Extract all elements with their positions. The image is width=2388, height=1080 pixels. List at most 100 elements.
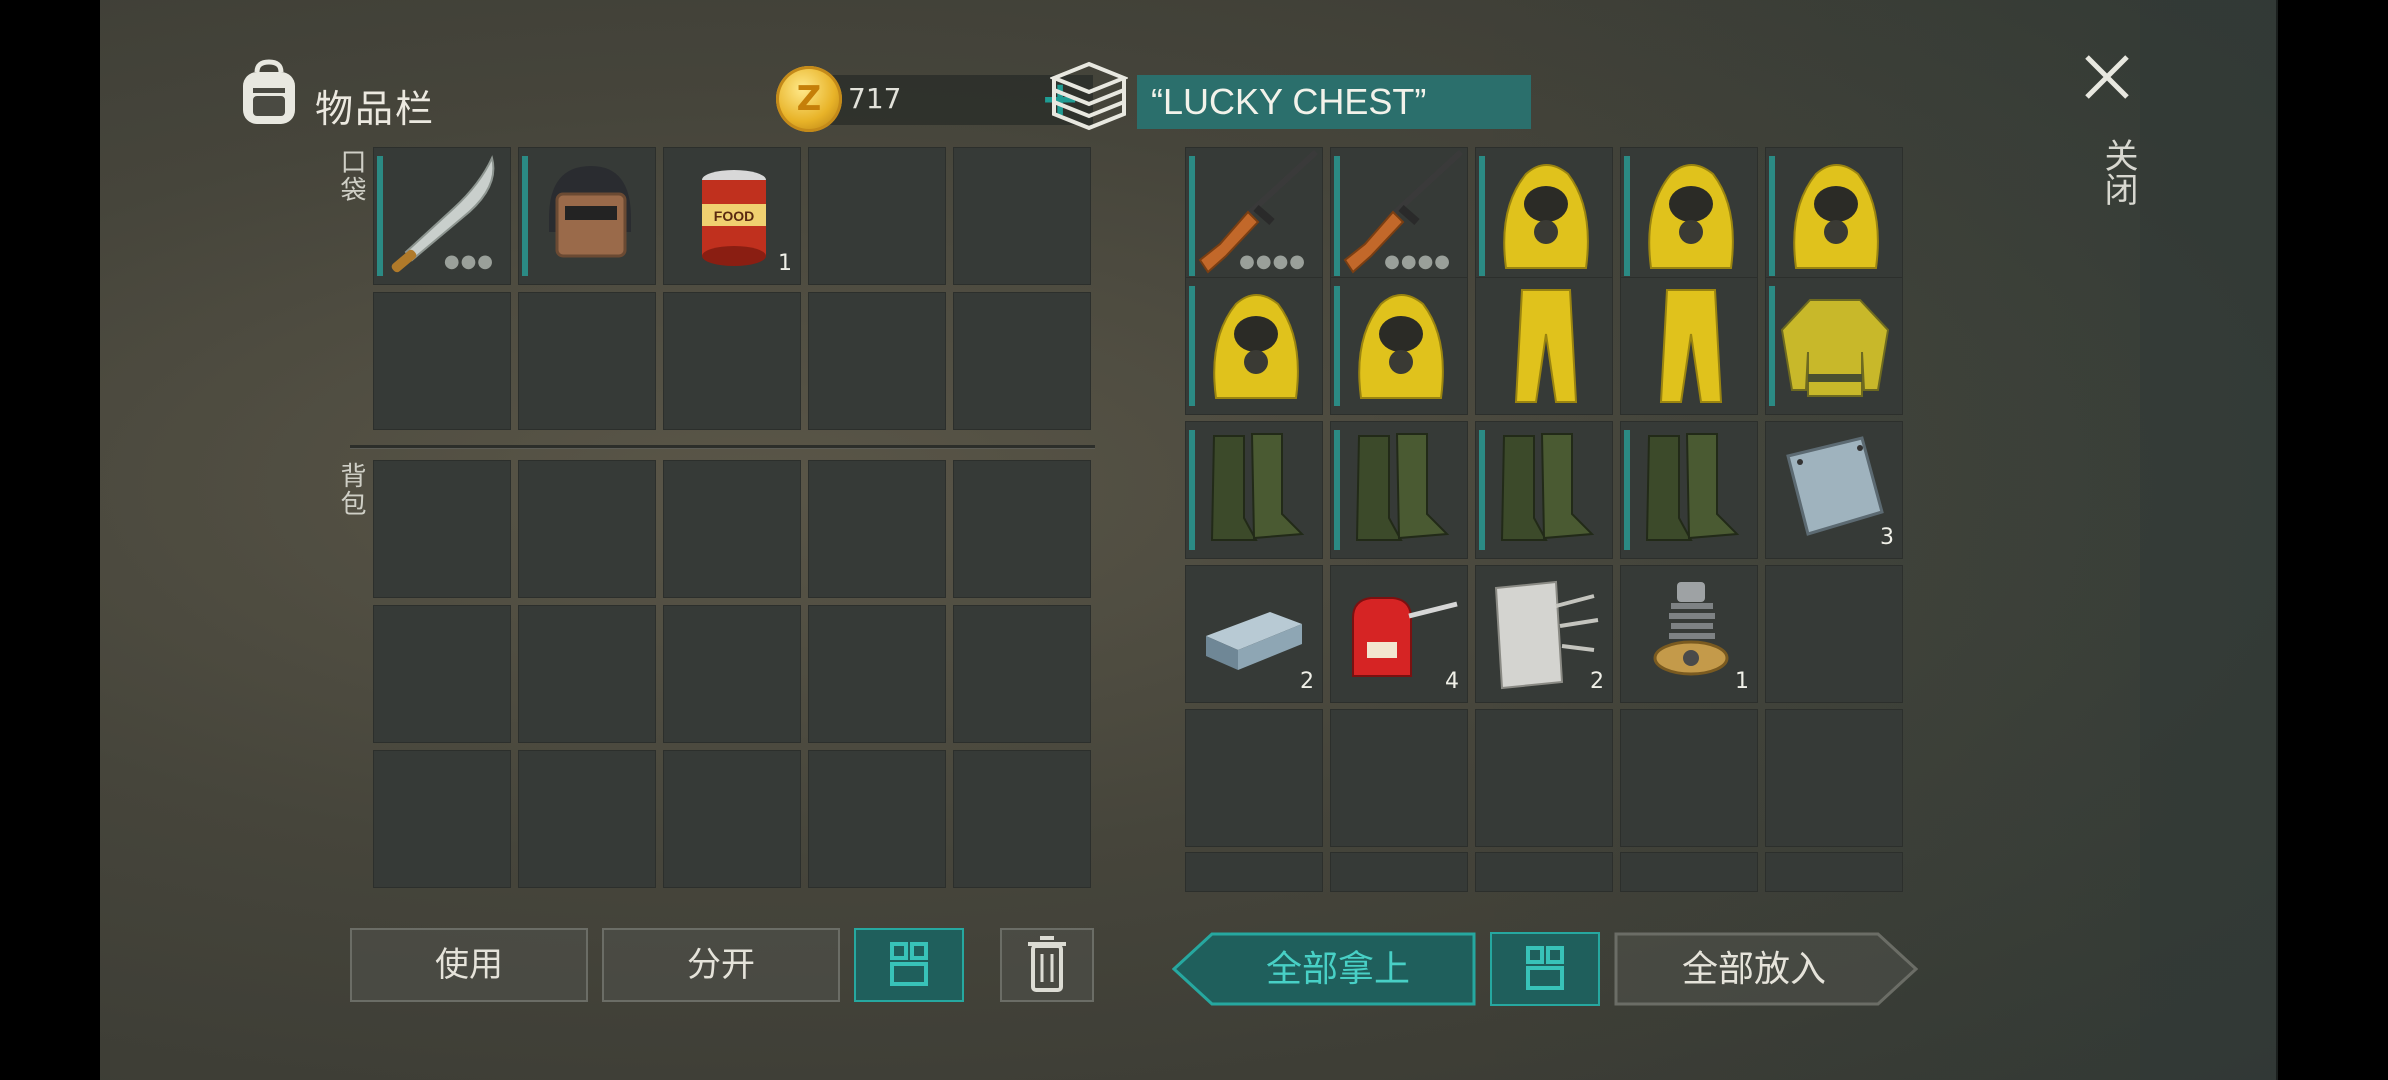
pocket-slot-4[interactable] (808, 147, 946, 285)
hazmat-hood-icon (1358, 294, 1444, 399)
chest-slot[interactable] (1185, 852, 1323, 892)
coin-count: 717 (848, 82, 902, 115)
backpack-label: 背包 (336, 462, 366, 518)
backpack-slot[interactable] (663, 605, 801, 743)
pocket-slot-10[interactable] (953, 292, 1091, 430)
hazmat-hood-icon (1213, 294, 1299, 399)
hazmat-jacket-icon (1780, 299, 1890, 397)
hazmat-pants-icon (1659, 289, 1723, 403)
pocket-slot-2[interactable] (518, 147, 656, 285)
backpack-slot[interactable] (808, 460, 946, 598)
split-button[interactable]: 分开 (602, 928, 840, 1002)
take-all-label: 全部拿上 (1266, 949, 1410, 990)
chest-slot-11[interactable] (1185, 421, 1323, 559)
chest-slot[interactable] (1620, 709, 1758, 847)
durability-dots: ●●●● (1239, 251, 1306, 272)
hazmat-hood-icon (1793, 164, 1879, 269)
right-side-panel (2140, 0, 2278, 1080)
chest-slot-18[interactable]: 2 (1475, 565, 1613, 703)
chest-slot-15[interactable]: 3 (1765, 421, 1903, 559)
trash-icon (1028, 936, 1066, 992)
chest-slot[interactable] (1185, 709, 1323, 847)
inventory-title: 物品栏 (315, 87, 436, 131)
sort-inventory-button[interactable] (854, 928, 964, 1002)
hazmat-hood-icon (1648, 164, 1734, 269)
hazmat-hood-icon (1503, 164, 1589, 269)
pocket-slot-1[interactable]: ●●● (373, 147, 511, 285)
pocket-slot-7[interactable] (518, 292, 656, 430)
hazmat-pants-icon (1514, 289, 1578, 403)
chest-slot-2[interactable]: ●●●● (1330, 147, 1468, 285)
grid-sort-icon (1526, 946, 1564, 990)
chest-slot[interactable] (1330, 852, 1468, 892)
chest-slot[interactable] (1330, 709, 1468, 847)
put-all-label: 全部放入 (1682, 949, 1826, 990)
chest-slot-20[interactable] (1765, 565, 1903, 703)
pocket-slot-6[interactable] (373, 292, 511, 430)
pocket-slot-8[interactable] (663, 292, 801, 430)
take-all-button[interactable]: 全部拿上 (1172, 932, 1476, 1006)
item-count: 1 (778, 251, 792, 276)
coin-icon: Z (776, 66, 842, 132)
backpack-slot[interactable] (518, 460, 656, 598)
use-button[interactable]: 使用 (350, 928, 588, 1002)
backpack-slot[interactable] (808, 750, 946, 888)
chest-slot-3[interactable] (1475, 147, 1613, 285)
put-all-button[interactable]: 全部放入 (1614, 932, 1918, 1006)
chest-slot[interactable] (1475, 852, 1613, 892)
backpack-slot[interactable] (663, 750, 801, 888)
chest-slot-10[interactable] (1765, 277, 1903, 415)
durability-dots: ●●●● (1384, 251, 1451, 272)
item-count: 4 (1445, 669, 1459, 694)
chest-slot-14[interactable] (1620, 421, 1758, 559)
chest-slot-5[interactable] (1765, 147, 1903, 285)
backpack-slot[interactable] (373, 750, 511, 888)
chest-slot-9[interactable] (1620, 277, 1758, 415)
pocket-slot-3[interactable]: FOOD 1 (663, 147, 801, 285)
close-label[interactable]: 关闭 (2098, 138, 2138, 206)
svg-text:FOOD: FOOD (714, 208, 754, 224)
backpack-slot[interactable] (518, 605, 656, 743)
backpack-slot[interactable] (373, 605, 511, 743)
pockets-label: 口袋 (336, 148, 366, 204)
section-divider (350, 445, 1095, 449)
backpack-slot[interactable] (953, 750, 1091, 888)
chest-slot[interactable] (1620, 852, 1758, 892)
rubber-boots-icon (1355, 433, 1450, 541)
backpack-slot[interactable] (373, 460, 511, 598)
chest-slot-13[interactable] (1475, 421, 1613, 559)
item-count: 2 (1300, 669, 1314, 694)
pocket-slot-5[interactable] (953, 147, 1091, 285)
chest-slot-12[interactable] (1330, 421, 1468, 559)
backpack-slot[interactable] (518, 750, 656, 888)
close-icon[interactable] (2082, 52, 2132, 102)
chest-slot-1[interactable]: ●●●● (1185, 147, 1323, 285)
item-count: 1 (1735, 669, 1749, 694)
backpack-slot[interactable] (953, 460, 1091, 598)
backpack-icon (243, 59, 295, 124)
rubber-boots-icon (1210, 433, 1305, 541)
item-count: 3 (1880, 525, 1894, 550)
chest-slot[interactable] (1475, 709, 1613, 847)
rubber-boots-icon (1645, 433, 1740, 541)
backpack-slot[interactable] (808, 605, 946, 743)
chest-slot-16[interactable]: 2 (1185, 565, 1323, 703)
chest-slot-17[interactable]: 4 (1330, 565, 1468, 703)
chest-slot-19[interactable]: 1 (1620, 565, 1758, 703)
backpack-slot[interactable] (953, 605, 1091, 743)
chest-icon (1050, 61, 1128, 131)
chest-slot-6[interactable] (1185, 277, 1323, 415)
sort-chest-button[interactable] (1490, 932, 1600, 1006)
riot-helmet-icon (549, 166, 631, 258)
chest-slot-8[interactable] (1475, 277, 1613, 415)
chest-slot[interactable] (1765, 709, 1903, 847)
pocket-slot-9[interactable] (808, 292, 946, 430)
chest-slot[interactable] (1765, 852, 1903, 892)
durability-dots: ●●● (443, 251, 494, 272)
delete-button[interactable] (1000, 928, 1094, 1002)
chest-slot-7[interactable] (1330, 277, 1468, 415)
backpack-slot[interactable] (663, 460, 801, 598)
chest-slot-4[interactable] (1620, 147, 1758, 285)
chest-name-field[interactable]: “LUCKY CHEST” (1137, 75, 1531, 129)
item-count: 2 (1590, 669, 1604, 694)
